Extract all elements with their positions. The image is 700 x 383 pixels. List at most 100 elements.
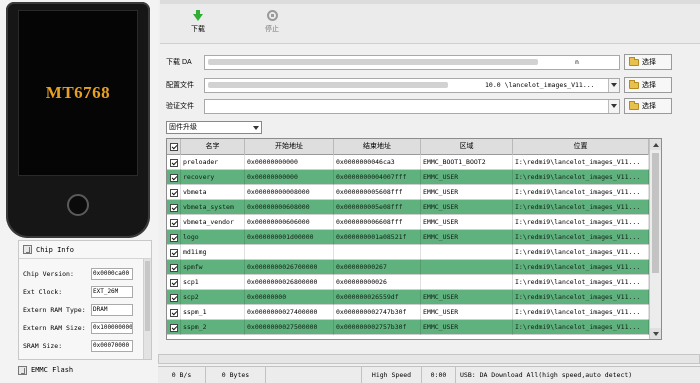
row-checkbox[interactable] (169, 173, 178, 182)
row-checkbox[interactable] (169, 278, 178, 287)
region-cell: EMMC_USER (421, 230, 513, 245)
scatter-file-select[interactable]: 10.0 \lancelot_images_V11... (204, 77, 620, 93)
scroll-down-arrow-icon[interactable] (650, 328, 661, 339)
row-checkbox[interactable] (169, 188, 178, 197)
select-all-cell (167, 139, 181, 155)
region-cell (421, 245, 513, 260)
table-row[interactable]: scp2 0x00000000 0x000000026559df EMMC_USER I… (167, 290, 661, 305)
row-checkbox[interactable] (169, 248, 178, 257)
row-checkbox[interactable] (169, 323, 178, 332)
file-location-cell: I:\redmi9\lancelot_images_V11... (513, 290, 649, 305)
region-cell: EMMC_USER (421, 305, 513, 320)
start-address-cell (245, 245, 334, 260)
folder-icon (629, 79, 639, 89)
chip-version-label: Chip Version: (23, 270, 74, 278)
table-scroll-thumb[interactable] (652, 153, 659, 273)
file-location-cell: I:\redmi9\lancelot_images_V11... (513, 230, 649, 245)
header-region[interactable]: 区域 (421, 139, 513, 155)
table-scrollbar[interactable] (649, 139, 661, 339)
table-row[interactable]: preloader 0x00000000000 0x0000000046ca3 EMM… (167, 155, 661, 170)
table-row[interactable]: logo 0x000000001d00000 0x000000001a08521f E… (167, 230, 661, 245)
start-address-cell: 0x000000001d00000 (245, 230, 334, 245)
partition-name-cell: sspm_1 (181, 305, 245, 320)
header-start-address[interactable]: 开始地址 (245, 139, 334, 155)
ram-type-row: Extern RAM Type: DRAM (23, 301, 151, 319)
sram-size-label: SRAM Size: (23, 342, 63, 350)
row-check-cell (167, 170, 181, 185)
file-location-cell: I:\redmi9\lancelot_images_V11... (513, 275, 649, 290)
chevron-down-icon[interactable] (608, 99, 619, 113)
sram-size-row: SRAM Size: 0x00070000 (23, 337, 151, 355)
row-checkbox[interactable] (169, 263, 178, 272)
file-location-cell: I:\redmi9\lancelot_images_V11... (513, 305, 649, 320)
choose-scatter-label: 选择 (642, 82, 656, 89)
table-row[interactable]: recovery 0x00000000000 0x0000000004007fff E… (167, 170, 661, 185)
chip-info-header[interactable]: Chip Info (19, 241, 151, 259)
row-check-cell (167, 275, 181, 290)
table-row[interactable]: sspm_1 0x0000000027400000 0x000000002747b3… (167, 305, 661, 320)
start-address-cell: 0x0000000027400000 (245, 305, 334, 320)
status-empty (266, 367, 362, 383)
row-checkbox[interactable] (169, 293, 178, 302)
partition-table: 名字 开始地址 结束地址 区域 位置 preloader 0x0000000000… (166, 138, 662, 340)
choose-scatter-button[interactable]: 选择 (624, 77, 672, 93)
stop-button[interactable]: 停止 (252, 10, 292, 40)
ram-size-value: 0x100000000 (91, 322, 133, 334)
status-speed: 0 B/s (158, 367, 206, 383)
table-row[interactable]: vbmeta_system 0x00000000608000 0x000000005… (167, 200, 661, 215)
choose-da-button[interactable]: 选择 (624, 54, 672, 70)
scroll-up-arrow-icon[interactable] (650, 139, 661, 150)
redacted-path (208, 81, 448, 88)
ram-type-value: DRAM (91, 304, 133, 316)
partition-name-cell: vbmeta (181, 185, 245, 200)
region-cell (421, 275, 513, 290)
row-checkbox[interactable] (169, 158, 178, 167)
header-name[interactable]: 名字 (181, 139, 245, 155)
choose-da-label: 选择 (642, 59, 656, 66)
ext-clock-value: EXT_26M (91, 286, 133, 298)
table-row[interactable]: vbmeta_vendor 0x00000000606000 0x000000006… (167, 215, 661, 230)
region-cell: EMMC_USER (421, 215, 513, 230)
chevron-down-icon[interactable] (608, 78, 619, 92)
end-address-cell: 0x000000005e08fff (334, 200, 421, 215)
download-agent-field[interactable]: n (204, 54, 620, 70)
header-end-address[interactable]: 结束地址 (334, 139, 421, 155)
select-all-checkbox[interactable] (169, 143, 178, 151)
download-button[interactable]: 下载 (178, 10, 218, 40)
table-row[interactable]: vbmeta 0x00000000008000 0x000000005608fff E… (167, 185, 661, 200)
partition-name-cell: scp1 (181, 275, 245, 290)
start-address-cell: 0x00000000000 (245, 170, 334, 185)
row-check-cell (167, 230, 181, 245)
end-address-cell: 0x000000026559df (334, 290, 421, 305)
chevron-down-icon[interactable] (250, 122, 261, 133)
file-location-cell: I:\redmi9\lancelot_images_V11... (513, 170, 649, 185)
partition-name-cell: logo (181, 230, 245, 245)
row-checkbox[interactable] (169, 203, 178, 212)
table-row[interactable]: scp1 0x0000000026800000 0x00000000026 I:\re… (167, 275, 661, 290)
chip-info-scrollbar[interactable] (143, 259, 151, 359)
table-row[interactable]: md1img I:\redmi9\lancelot_images_V11... (167, 245, 661, 260)
region-cell: EMMC_USER (421, 170, 513, 185)
row-checkbox[interactable] (169, 308, 178, 317)
chip-info-fields: Chip Version: 0x0000ca00 Ext Clock: EXT_… (19, 259, 151, 355)
table-row[interactable]: spmfw 0x0000000026700000 0x00000000267 I:\r… (167, 260, 661, 275)
partition-name-cell: recovery (181, 170, 245, 185)
chip-info-scroll-thumb[interactable] (145, 261, 150, 331)
ram-size-row: Extern RAM Size: 0x100000000 (23, 319, 151, 337)
row-checkbox[interactable] (169, 233, 178, 242)
row-check-cell (167, 245, 181, 260)
header-location[interactable]: 位置 (513, 139, 649, 155)
emmc-flash-section[interactable]: EMMC Flash (18, 363, 73, 377)
download-mode-select[interactable]: 固件升级 (166, 121, 262, 134)
scatter-file-value: 10.0 \lancelot_images_V11... (485, 80, 595, 89)
region-cell: EMMC_BOOT1_BOOT2 (421, 155, 513, 170)
auth-file-label: 验证文件 (166, 103, 194, 110)
end-address-cell: 0x00000000026 (334, 275, 421, 290)
row-checkbox[interactable] (169, 218, 178, 227)
table-row[interactable]: sspm_2 0x0000000027500000 0x000000002757b3… (167, 320, 661, 335)
file-location-cell: I:\redmi9\lancelot_images_V11... (513, 260, 649, 275)
emmc-flash-label: EMMC Flash (31, 366, 74, 374)
choose-auth-button[interactable]: 选择 (624, 98, 672, 114)
region-cell (421, 260, 513, 275)
auth-file-select[interactable] (204, 98, 620, 114)
